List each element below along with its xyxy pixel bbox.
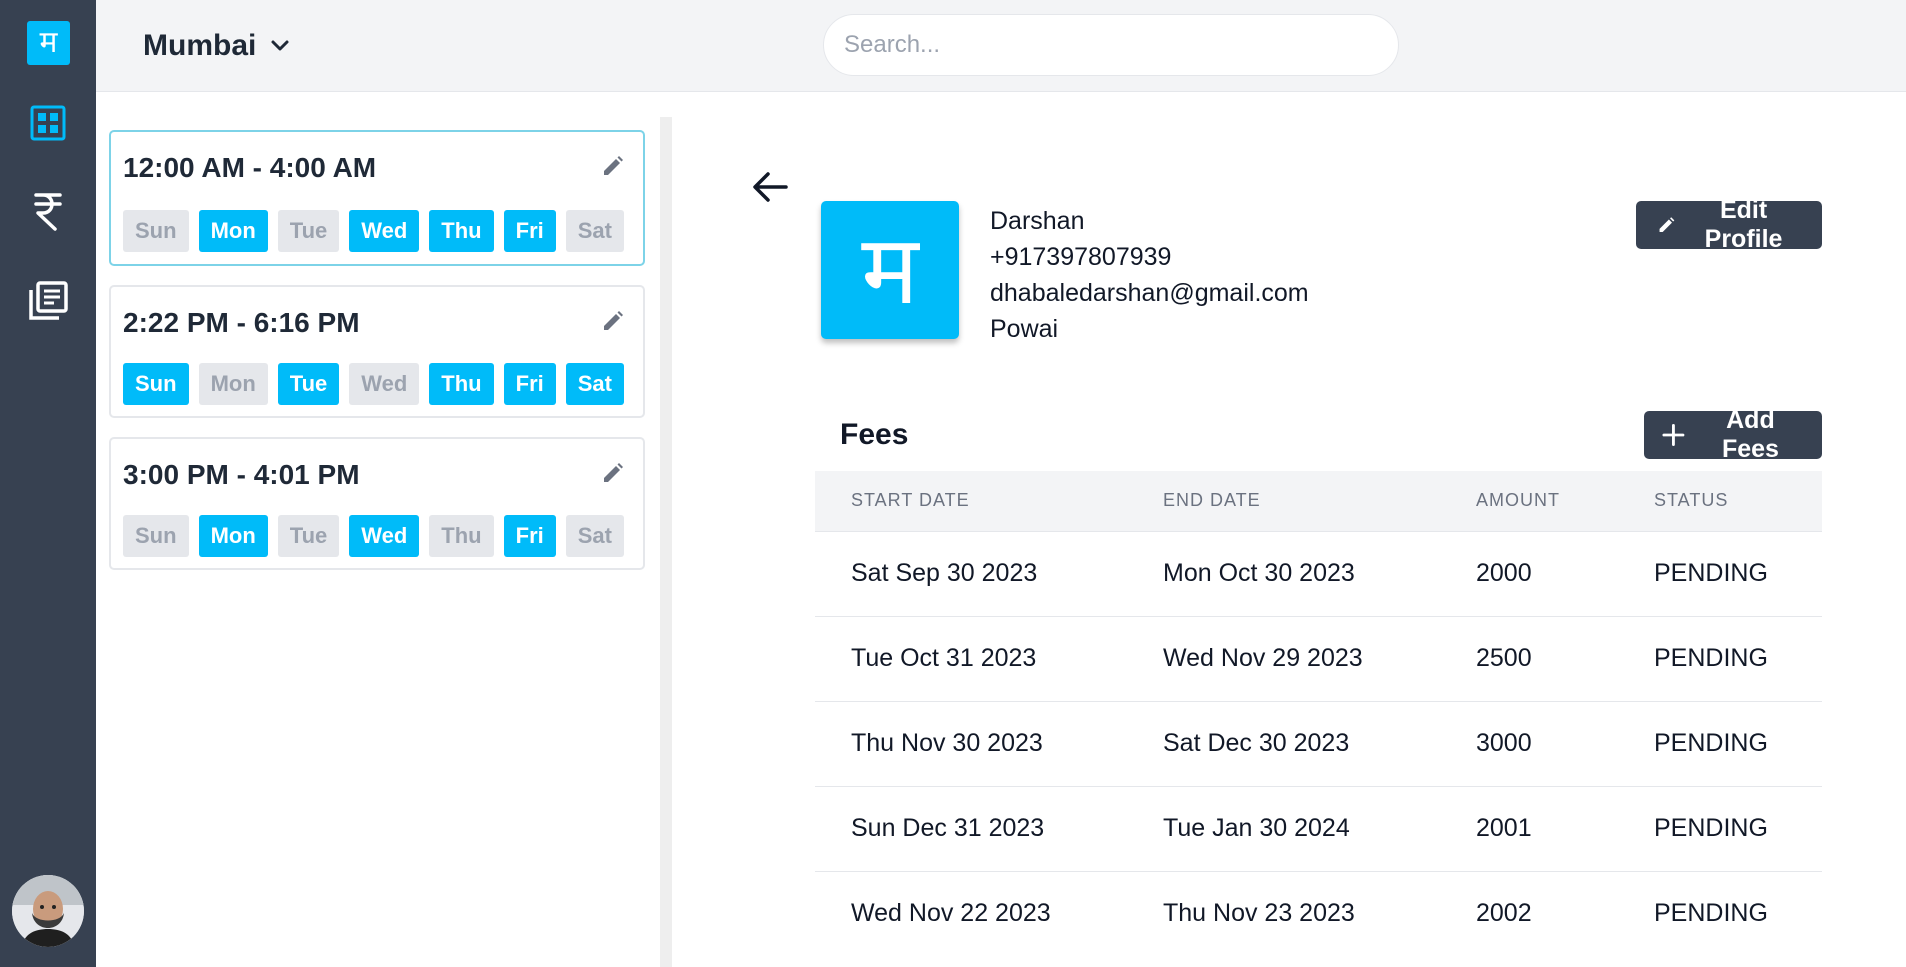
day-chip[interactable]: Mon — [198, 363, 268, 405]
add-fees-button[interactable]: Add Fees — [1644, 406, 1822, 463]
fees-table: START DATE END DATE AMOUNT STATUS Sat Se… — [815, 471, 1822, 956]
rupee-icon — [34, 193, 62, 231]
table-header-row: START DATE END DATE AMOUNT STATUS — [815, 471, 1822, 531]
status-cell: PENDING — [1618, 530, 1822, 616]
day-chip[interactable]: Mon — [198, 210, 268, 252]
app-logo[interactable]: म — [27, 21, 70, 65]
day-chip[interactable]: Tue — [277, 363, 340, 405]
chevron-down-icon — [271, 40, 289, 51]
time-slot-card[interactable]: 12:00 AM - 4:00 AM Sun Mon Tue Wed Thu F… — [109, 130, 645, 266]
pencil-icon — [1659, 217, 1675, 232]
sidebar-item-fees[interactable] — [26, 189, 70, 233]
day-chip[interactable]: Wed — [349, 363, 420, 405]
start-date-cell: Sat Sep 30 2023 — [815, 530, 1127, 616]
table-row[interactable]: Tue Oct 31 2023 Wed Nov 29 2023 2500 PEN… — [815, 615, 1822, 701]
amount-cell: 3000 — [1440, 700, 1618, 786]
table-row[interactable]: Sat Sep 30 2023 Mon Oct 30 2023 2000 PEN… — [815, 530, 1822, 616]
pencil-icon — [604, 311, 623, 330]
grid-icon — [30, 105, 66, 141]
edit-slot-button[interactable] — [601, 461, 625, 485]
city-selector[interactable]: Mumbai — [143, 25, 290, 67]
day-chip[interactable]: Fri — [503, 515, 556, 557]
column-header: AMOUNT — [1476, 490, 1560, 511]
amount-cell: 2500 — [1440, 615, 1618, 701]
time-slot-card[interactable]: 3:00 PM - 4:01 PM Sun Mon Tue Wed Thu Fr… — [109, 437, 645, 570]
profile-location: Powai — [990, 315, 1059, 343]
day-chip[interactable]: Wed — [349, 515, 420, 557]
day-chip[interactable]: Sun — [123, 210, 189, 252]
day-selector: Sun Mon Tue Wed Thu Fri Sat — [123, 363, 624, 405]
arrow-left-icon — [753, 172, 788, 202]
profile-phone: +917397807939 — [990, 243, 1172, 271]
city-name: Mumbai — [143, 29, 257, 62]
end-date-cell: Sat Dec 30 2023 — [1127, 700, 1440, 786]
amount-cell: 2001 — [1440, 785, 1618, 871]
library-icon — [29, 281, 68, 320]
user-photo-icon — [12, 875, 84, 947]
time-slot-card[interactable]: 2:22 PM - 6:16 PM Sun Mon Tue Wed Thu Fr… — [109, 285, 645, 418]
start-date-cell: Thu Nov 30 2023 — [815, 700, 1127, 786]
day-selector: Sun Mon Tue Wed Thu Fri Sat — [123, 210, 624, 252]
day-chip[interactable]: Fri — [503, 363, 556, 405]
schedule-panel: 12:00 AM - 4:00 AM Sun Mon Tue Wed Thu F… — [96, 92, 660, 967]
day-chip[interactable]: Thu — [429, 515, 494, 557]
column-header: END DATE — [1163, 490, 1261, 511]
day-chip[interactable]: Sat — [565, 363, 624, 405]
edit-slot-button[interactable] — [601, 309, 625, 333]
day-chip[interactable]: Fri — [503, 210, 556, 252]
start-date-cell: Sun Dec 31 2023 — [815, 785, 1127, 871]
day-chip[interactable]: Sun — [123, 515, 189, 557]
plus-icon — [1662, 424, 1685, 446]
slot-time: 2:22 PM - 6:16 PM — [123, 307, 360, 338]
end-date-cell: Mon Oct 30 2023 — [1127, 530, 1440, 616]
day-chip[interactable]: Thu — [429, 363, 494, 405]
table-row[interactable]: Sun Dec 31 2023 Tue Jan 30 2024 2001 PEN… — [815, 785, 1822, 871]
panel-divider[interactable] — [660, 117, 672, 967]
day-chip[interactable]: Sun — [123, 363, 189, 405]
table-row[interactable]: Thu Nov 30 2023 Sat Dec 30 2023 3000 PEN… — [815, 700, 1822, 786]
amount-cell: 2002 — [1440, 870, 1618, 956]
edit-profile-label: Edit Profile — [1704, 196, 1783, 253]
end-date-cell: Wed Nov 29 2023 — [1127, 615, 1440, 701]
slot-time: 3:00 PM - 4:01 PM — [123, 459, 360, 490]
status-cell: PENDING — [1618, 785, 1822, 871]
edit-profile-button[interactable]: Edit Profile — [1636, 196, 1822, 253]
slot-time: 12:00 AM - 4:00 AM — [123, 152, 377, 183]
back-button[interactable] — [750, 167, 790, 207]
status-cell: PENDING — [1618, 700, 1822, 786]
start-date-cell: Tue Oct 31 2023 — [815, 615, 1127, 701]
start-date-cell: Wed Nov 22 2023 — [815, 870, 1127, 956]
fees-title: Fees — [840, 418, 909, 451]
pencil-icon — [604, 156, 623, 175]
user-avatar[interactable] — [12, 875, 84, 947]
day-chip[interactable]: Wed — [349, 210, 420, 252]
profile-avatar: म — [821, 201, 959, 339]
end-date-cell: Thu Nov 23 2023 — [1127, 870, 1440, 956]
profile-email: dhabaledarshan@gmail.com — [990, 279, 1309, 307]
search-input[interactable] — [823, 14, 1399, 76]
sidebar-item-dashboard[interactable] — [26, 101, 70, 145]
end-date-cell: Tue Jan 30 2024 — [1127, 785, 1440, 871]
day-chip[interactable]: Sat — [565, 210, 624, 252]
status-cell: PENDING — [1618, 615, 1822, 701]
top-bar: Mumbai — [96, 0, 1906, 92]
amount-cell: 2000 — [1440, 530, 1618, 616]
day-chip[interactable]: Sat — [565, 515, 624, 557]
profile-info: Darshan +917397807939 dhabaledarshan@gma… — [990, 203, 1309, 347]
column-header: START DATE — [851, 490, 970, 511]
edit-slot-button[interactable] — [601, 154, 625, 178]
add-fees-label: Add Fees — [1721, 406, 1779, 463]
day-selector: Sun Mon Tue Wed Thu Fri Sat — [123, 515, 624, 557]
column-header: STATUS — [1654, 490, 1729, 511]
day-chip[interactable]: Tue — [277, 515, 340, 557]
sidebar: म — [0, 0, 96, 967]
pencil-icon — [604, 463, 623, 482]
table-row[interactable]: Wed Nov 22 2023 Thu Nov 23 2023 2002 PEN… — [815, 870, 1822, 956]
status-cell: PENDING — [1618, 870, 1822, 956]
profile-name: Darshan — [990, 207, 1085, 235]
day-chip[interactable]: Thu — [429, 210, 494, 252]
day-chip[interactable]: Mon — [198, 515, 268, 557]
day-chip[interactable]: Tue — [277, 210, 340, 252]
sidebar-item-library[interactable] — [26, 279, 70, 323]
